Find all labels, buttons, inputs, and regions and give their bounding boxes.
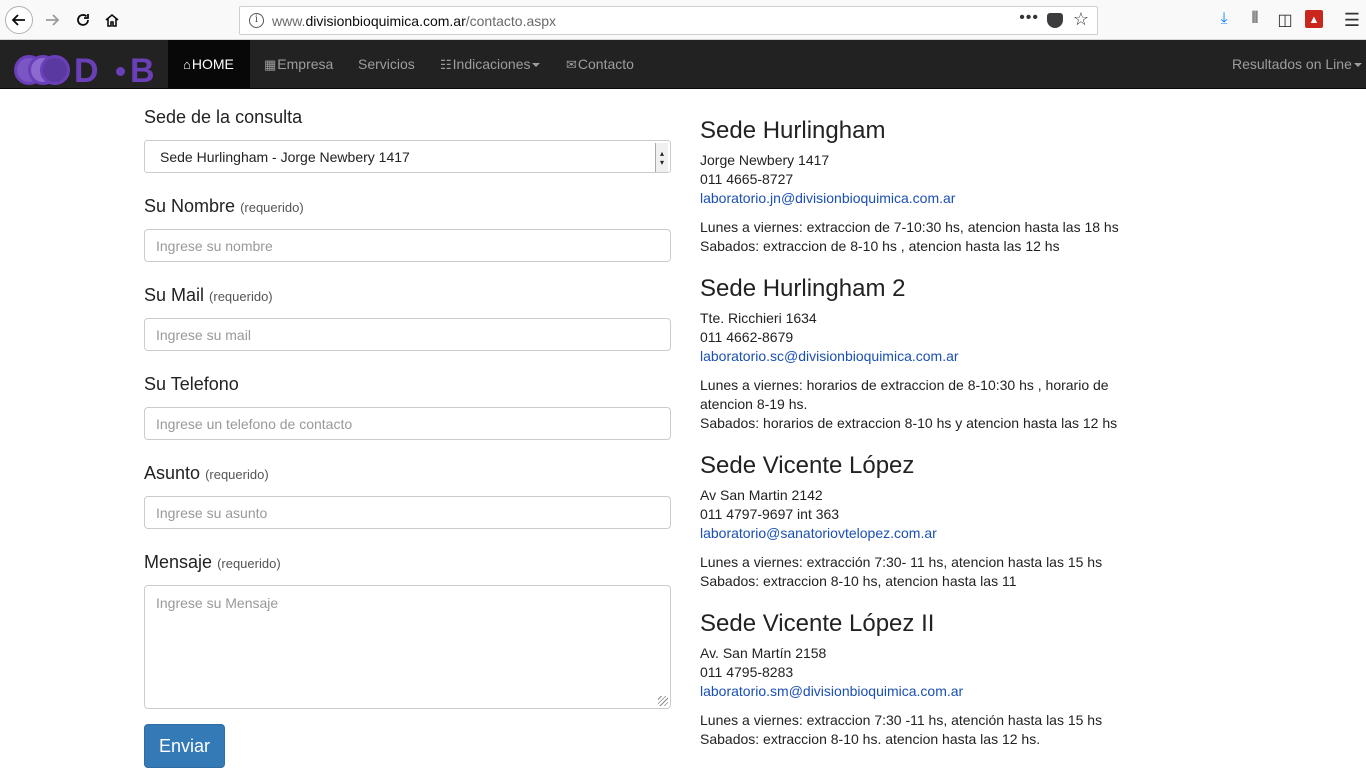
pocket-icon[interactable] [1047, 13, 1063, 28]
location-phone: 011 4665-8727 [700, 171, 794, 187]
logo-dot [116, 67, 125, 76]
location-hours: Sabados: extraccion 8-10 hs. atencion ha… [700, 731, 1041, 747]
select-arrows-icon[interactable]: ▴ ▾ [655, 143, 668, 172]
mail-input[interactable]: Ingrese su mail [144, 318, 671, 351]
sede-label: Sede de la consulta [144, 107, 303, 127]
sede-select[interactable]: Sede Hurlingham - Jorge Newbery 1417 ▴ ▾ [144, 140, 671, 173]
envelope-icon: ✉ [566, 57, 577, 72]
home-icon: ⌂ [183, 57, 191, 72]
location-address: Jorge Newbery 1417 [700, 152, 830, 168]
location-hours: Lunes a viernes: extracción 7:30- 11 hs,… [700, 554, 1103, 570]
asunto-label-text: Asunto [144, 463, 201, 483]
download-icon[interactable]: ⤓ [1214, 10, 1234, 30]
location-title: Sede Vicente López [700, 452, 915, 479]
location-hours: Lunes a viernes: extraccion 7:30 -11 hs,… [700, 712, 1103, 728]
enviar-button[interactable]: Enviar [144, 724, 225, 768]
mensaje-label-text: Mensaje [144, 552, 213, 572]
nav-resultados-online[interactable]: Resultados on Line [1217, 40, 1366, 89]
site-navbar: D B ⌂HOME ▦Empresa Servicios ☷Indicacion… [0, 40, 1366, 92]
location-email-link[interactable]: laboratorio.sc@divisionbioquimica.com.ar [700, 347, 959, 366]
list-icon: ☷ [440, 57, 452, 72]
mensaje-textarea[interactable]: Ingrese su Mensaje [144, 585, 671, 709]
site-logo[interactable]: D B [14, 52, 155, 92]
mensaje-placeholder: Ingrese su Mensaje [156, 595, 279, 611]
browser-toolbar: i www.divisionbioquimica.com.ar/contacto… [0, 0, 1366, 40]
nav-contacto-label: Contacto [577, 56, 634, 72]
required-note: (requerido) [240, 200, 304, 215]
mail-label-text: Su Mail [144, 285, 205, 305]
briefcase-icon: ▦ [264, 57, 277, 72]
location-hours: Lunes a viernes: extraccion de 7-10:30 h… [700, 219, 1119, 235]
nombre-placeholder: Ingrese su nombre [156, 238, 273, 254]
location-hours: Lunes a viernes: horarios de extraccion … [700, 377, 1109, 393]
location-hours: Sabados: extraccion 8-10 hs, atencion ha… [700, 573, 1017, 589]
required-note: (requerido) [217, 556, 281, 571]
nav-empresa[interactable]: ▦Empresa [249, 40, 348, 89]
reload-icon[interactable] [69, 6, 97, 34]
nav-servicios[interactable]: Servicios [343, 40, 430, 89]
required-note: (requerido) [209, 289, 273, 304]
location-phone: 011 4797-9697 int 363 [700, 506, 840, 522]
location-hours: atencion 8-19 hs. [700, 396, 808, 412]
nombre-label-text: Su Nombre [144, 196, 236, 216]
url-prefix: www. [272, 13, 306, 29]
location-hours: Sabados: horarios de extraccion 8-10 hs … [700, 415, 1118, 431]
url-host: divisionbioquimica.com.ar [305, 13, 466, 29]
nav-indicaciones[interactable]: ☷Indicaciones [425, 40, 555, 89]
location-phone: 011 4795-8283 [700, 664, 794, 680]
mail-label: Su Mail (requerido) [144, 285, 273, 306]
logo-circle [40, 55, 70, 85]
mail-placeholder: Ingrese su mail [156, 327, 251, 343]
nav-indicaciones-label: Indicaciones [452, 56, 531, 72]
nombre-input[interactable]: Ingrese su nombre [144, 229, 671, 262]
pdf-icon[interactable]: ▲ [1305, 10, 1323, 28]
chevron-down-icon [1353, 63, 1362, 68]
url-bar[interactable]: i www.divisionbioquimica.com.ar/contacto… [239, 6, 1098, 35]
location-title: Sede Vicente López II [700, 610, 935, 637]
asunto-input[interactable]: Ingrese su asunto [144, 496, 671, 529]
star-icon[interactable]: ☆ [1073, 9, 1089, 30]
location-email-link[interactable]: laboratorio.jn@divisionbioquimica.com.ar [700, 189, 955, 208]
location-phone: 011 4662-8679 [700, 329, 794, 345]
chevron-down-icon [532, 63, 541, 68]
forward-icon[interactable] [38, 6, 66, 34]
menu-icon[interactable]: ☰ [1342, 10, 1362, 30]
nav-servicios-label: Servicios [358, 56, 415, 72]
location-title: Sede Hurlingham [700, 117, 886, 144]
info-icon[interactable]: i [249, 13, 264, 28]
more-dots-icon[interactable]: ••• [1019, 9, 1039, 27]
telefono-placeholder: Ingrese un telefono de contacto [156, 416, 353, 432]
sede-selected-value: Sede Hurlingham - Jorge Newbery 1417 [160, 149, 410, 165]
location-address: Tte. Ricchieri 1634 [700, 310, 817, 326]
asunto-placeholder: Ingrese su asunto [156, 505, 268, 521]
location-address: Av San Martin 2142 [700, 487, 823, 503]
nav-home[interactable]: ⌂HOME [168, 40, 250, 89]
required-note: (requerido) [205, 467, 269, 482]
url-text: www.divisionbioquimica.com.ar/contacto.a… [272, 13, 556, 29]
mensaje-label: Mensaje (requerido) [144, 552, 281, 573]
nombre-label: Su Nombre (requerido) [144, 196, 304, 217]
asunto-label: Asunto (requerido) [144, 463, 269, 484]
nav-home-label: HOME [191, 56, 234, 72]
home-icon[interactable] [98, 6, 126, 34]
logo-letter-d: D [74, 52, 99, 90]
nav-empresa-label: Empresa [277, 56, 334, 72]
nav-resultados-label: Resultados on Line [1232, 56, 1352, 72]
back-icon[interactable] [5, 6, 33, 34]
location-email-link[interactable]: laboratorio@sanatoriovtelopez.com.ar [700, 524, 937, 543]
location-hours: Sabados: extraccion de 8-10 hs , atencio… [700, 238, 1060, 254]
location-title: Sede Hurlingham 2 [700, 275, 906, 302]
sidebar-icon[interactable]: ◫ [1275, 10, 1295, 30]
resize-grip-icon[interactable] [658, 696, 668, 706]
url-path: /contacto.aspx [465, 13, 557, 29]
library-icon[interactable]: ⫴ [1245, 10, 1265, 30]
location-email-link[interactable]: laboratorio.sm@divisionbioquimica.com.ar [700, 682, 963, 701]
telefono-input[interactable]: Ingrese un telefono de contacto [144, 407, 671, 440]
telefono-label: Su Telefono [144, 374, 239, 394]
nav-contacto[interactable]: ✉Contacto [551, 40, 649, 89]
location-address: Av. San Martín 2158 [700, 645, 827, 661]
logo-letter-b: B [130, 52, 155, 90]
